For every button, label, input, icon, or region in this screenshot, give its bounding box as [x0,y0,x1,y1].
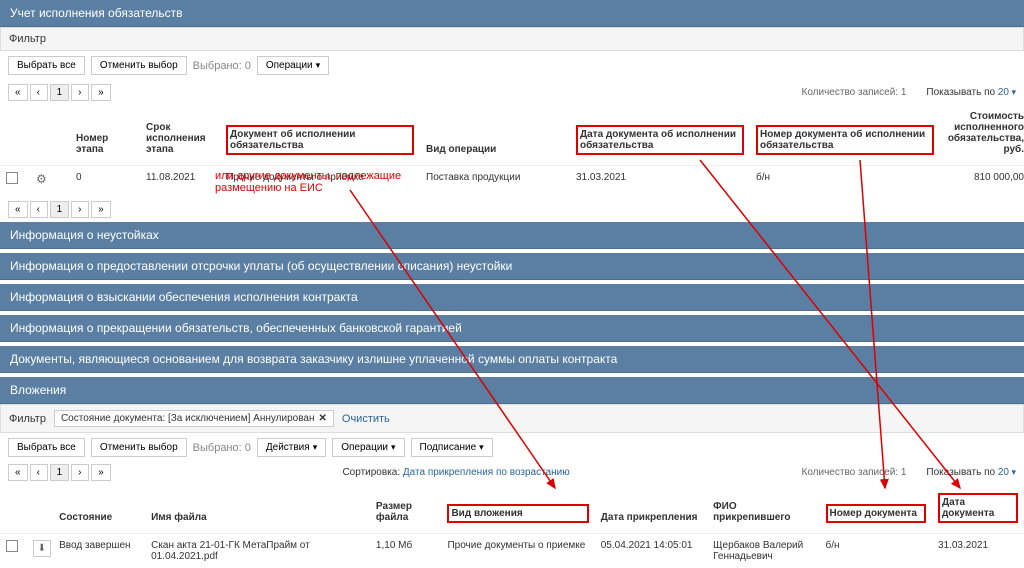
section-attachments: Вложения [0,377,1024,404]
cell-date: 31.03.2021 [932,534,1024,568]
filter-label: Фильтр [9,33,46,45]
th-user: ФИО прикрепившего [707,487,819,534]
cell-deadline: 11.08.2021 [140,166,220,194]
attachments-table: Состояние Имя файла Размер файла Вид вло… [0,487,1024,568]
sort-value[interactable]: Дата прикрепления по возрастанию [403,467,570,478]
filter-tag-state: Состояние документа: [За исключением] Ан… [54,410,334,427]
cell-type: Прочие документы о приемке [441,534,594,568]
cell-user: Щербаков Валерий Геннадьевич [707,534,819,568]
row-checkbox[interactable] [6,172,18,184]
pager-att-top: « ‹ 1 › » [8,464,111,481]
signing-dropdown[interactable]: Подписание [411,438,493,457]
pager-last[interactable]: » [91,84,111,101]
pager-prev[interactable]: ‹ [30,201,48,218]
pager-next[interactable]: › [71,84,89,101]
pager-main: « ‹ 1 › » [8,84,111,101]
select-all-button[interactable]: Выбрать все [8,438,85,457]
th-type: Вид вложения [447,504,588,523]
cell-filename: Скан акта 21-01-ГК МетаПрайм от 01.04.20… [145,534,370,568]
th-op: Вид операции [420,105,570,166]
pager-page[interactable]: 1 [50,201,70,218]
th-stage: Номер этапа [70,105,140,166]
record-count: Количество записей: 1 [802,87,907,98]
filter-bar-attachments: Фильтр Состояние документа: [За исключен… [0,404,1024,433]
th-date: Дата документа [938,493,1018,523]
show-by-att: Показывать по 20 [926,467,1016,478]
th-attached: Дата прикрепления [595,487,707,534]
selected-count: Выбрано: 0 [193,60,251,72]
sort-label: Сортировка: [342,467,400,478]
selected-count: Выбрано: 0 [193,442,251,454]
filter-bar-main: Фильтр [0,27,1024,51]
cell-state: Ввод завершен [53,534,145,568]
th-doc-date: Дата документа об исполнении обязательст… [576,125,744,155]
filter-label-att: Фильтр [9,413,46,425]
section-collection[interactable]: Информация о взыскании обеспечения испол… [0,284,1024,311]
cell-size: 1,10 Мб [370,534,442,568]
th-deadline: Срок исполнения этапа [140,105,220,166]
table-row: 0 11.08.2021 Прочие документы о приемке … [0,166,1024,194]
actions-dropdown[interactable]: Действия [257,438,326,457]
toolbar-main: Выбрать все Отменить выбор Выбрано: 0 Оп… [0,51,1024,80]
deselect-button[interactable]: Отменить выбор [91,56,187,75]
sort-row: « ‹ 1 › » Сортировка: Дата прикрепления … [0,462,1024,487]
cell-cost: 810 000,00 [940,166,1024,194]
th-num: Номер документа [826,504,926,523]
cell-attached: 05.04.2021 14:05:01 [595,534,707,568]
pager-first[interactable]: « [8,84,28,101]
close-icon[interactable]: ✕ [319,413,327,424]
cell-op: Поставка продукции [420,166,570,194]
pager-first[interactable]: « [8,464,28,481]
show-by-dropdown[interactable]: 20 [998,87,1016,98]
show-by-dropdown[interactable]: 20 [998,467,1016,478]
pager-next[interactable]: › [71,464,89,481]
cell-num: б/н [820,534,932,568]
pager-main-bottom: « ‹ 1 › » [8,201,111,218]
pager-prev[interactable]: ‹ [30,84,48,101]
section-termination[interactable]: Информация о прекращении обязательств, о… [0,315,1024,342]
gear-icon[interactable] [36,175,47,186]
record-count-att: Количество записей: 1 [802,467,907,478]
section-penalties[interactable]: Информация о неустойках [0,222,1024,249]
section-deferral[interactable]: Информация о предоставлении отсрочки упл… [0,253,1024,280]
operations-dropdown[interactable]: Операции [257,56,329,75]
th-size: Размер файла [370,487,442,534]
cell-doc: Прочие документы о приемке [220,166,420,194]
th-doc-num: Номер документа об исполнении обязательс… [756,125,934,155]
deselect-button[interactable]: Отменить выбор [91,438,187,457]
th-cost: Стоимость исполненного обязательства, ру… [940,105,1024,166]
th-filename: Имя файла [145,487,370,534]
cell-doc-num: б/н [750,166,940,194]
row-checkbox[interactable] [6,540,18,552]
cell-stage: 0 [70,166,140,194]
show-by-label: Показывать по [926,87,995,98]
pager-next[interactable]: › [71,201,89,218]
pager-row-main: « ‹ 1 › » Количество записей: 1 Показыва… [0,80,1024,105]
filter-tag-label: Состояние документа: [За исключением] Ан… [61,413,315,424]
th-doc: Документ об исполнении обязательства [226,125,414,155]
pager-page[interactable]: 1 [50,84,70,101]
pager-first[interactable]: « [8,201,28,218]
section-refund[interactable]: Документы, являющиеся основанием для воз… [0,346,1024,373]
operations-dropdown[interactable]: Операции [332,438,404,457]
clear-filter[interactable]: Очистить [342,413,390,425]
download-icon [38,543,46,554]
show-by-label: Показывать по [926,467,995,478]
toolbar-attachments: Выбрать все Отменить выбор Выбрано: 0 Де… [0,433,1024,462]
pager-row-main-bottom: « ‹ 1 › » [0,193,1024,222]
table-row: Ввод завершен Скан акта 21-01-ГК МетаПра… [0,534,1024,568]
download-button[interactable] [33,540,51,557]
cell-doc-date: 31.03.2021 [570,166,750,194]
pager-last[interactable]: » [91,201,111,218]
th-state: Состояние [53,487,145,534]
show-by: Показывать по 20 [926,87,1016,98]
obligations-table: Номер этапа Срок исполнения этапа Докуме… [0,105,1024,193]
pager-page[interactable]: 1 [50,464,70,481]
pager-prev[interactable]: ‹ [30,464,48,481]
select-all-button[interactable]: Выбрать все [8,56,85,75]
pager-last[interactable]: » [91,464,111,481]
section-main-header: Учет исполнения обязательств [0,0,1024,27]
